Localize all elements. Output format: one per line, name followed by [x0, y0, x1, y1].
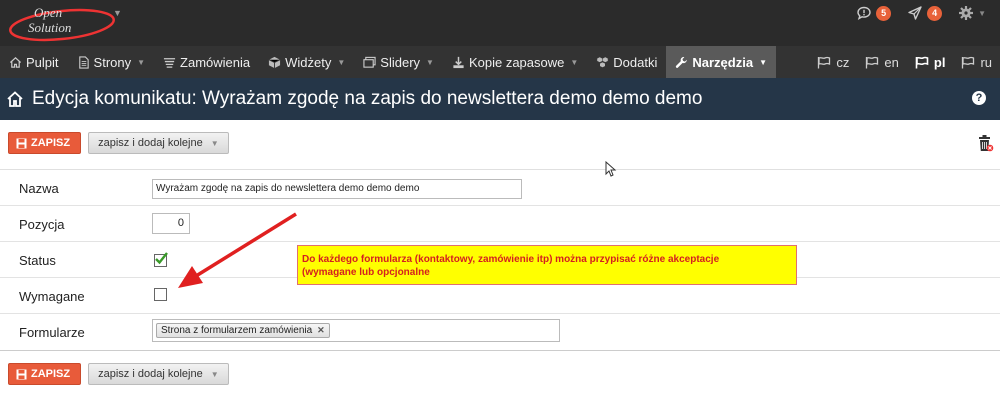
checkmark-icon — [155, 252, 168, 265]
nav-label: Kopie zapasowe — [468, 54, 565, 70]
annotation-line: Do każdego formularza (kontaktowy, zamów… — [302, 254, 720, 265]
toolbar-top: ZAPISZ zapisz i dodaj kolejne ▼ — [0, 121, 1000, 165]
nav-item-widzety[interactable]: Widżety ▼ — [259, 46, 354, 78]
slides-icon — [363, 56, 376, 68]
field-label: Wymagane — [19, 289, 85, 304]
chevron-down-icon: ▼ — [426, 57, 434, 67]
chevron-down-icon: ▼ — [210, 369, 219, 379]
chevron-down-icon: ▼ — [759, 57, 767, 67]
settings-caret-icon[interactable]: ▼ — [978, 9, 986, 18]
lang-label: pl — [933, 54, 946, 70]
field-label: Pozycja — [19, 217, 65, 232]
top-bar: Open Solution ▼ 5 4 ▼ — [0, 0, 1000, 46]
toolbar-bottom: ZAPISZ zapisz i dodaj kolejne ▼ — [0, 352, 1000, 396]
trash-icon[interactable] — [976, 134, 994, 152]
nav-label: Dodatki — [613, 54, 658, 70]
lang-en[interactable]: en — [857, 46, 906, 78]
forms-select[interactable]: Strona z formularzem zamówienia ✕ — [152, 319, 560, 342]
page-header: Edycja komunikatu: Wyrażam zgodę na zapi… — [0, 78, 1000, 120]
save-icon — [16, 369, 27, 379]
lang-pl[interactable]: pl — [907, 46, 954, 78]
svg-text:Solution: Solution — [28, 20, 71, 35]
nav-label: Slidery — [380, 54, 421, 70]
chevron-down-icon: ▼ — [337, 57, 346, 67]
logo[interactable]: Open Solution — [8, 2, 120, 44]
nav-label: Strony — [93, 54, 132, 70]
form-row-position: Pozycja 0 — [0, 206, 1000, 242]
flag-icon — [915, 56, 929, 68]
nav-label: Zamówienia — [180, 54, 251, 70]
nav-label: Pulpit — [26, 54, 59, 70]
notifications-badge: 4 — [927, 5, 943, 21]
chevron-down-icon: ▼ — [570, 57, 579, 67]
home-icon[interactable] — [6, 90, 24, 108]
nav-item-pulpit[interactable]: Pulpit — [0, 46, 68, 78]
field-label: Status — [19, 253, 56, 268]
logo-caret-icon[interactable]: ▼ — [113, 8, 122, 18]
send-icon[interactable] — [907, 5, 923, 21]
messages-icon[interactable] — [856, 5, 872, 21]
nav-item-dodatki[interactable]: Dodatki — [587, 46, 666, 78]
save-and-add-button[interactable]: zapisz i dodaj kolejne ▼ — [88, 132, 229, 154]
flag-icon — [818, 56, 831, 68]
lang-label: en — [884, 54, 899, 70]
save-button[interactable]: ZAPISZ — [8, 132, 82, 154]
page-title: Edycja komunikatu: Wyrażam zgodę na zapi… — [32, 88, 703, 109]
save-button[interactable]: ZAPISZ — [8, 363, 82, 385]
form-row-forms: Formularze Strona z formularzem zamówien… — [0, 314, 1000, 350]
save-label: ZAPISZ — [31, 368, 71, 380]
orders-icon — [163, 57, 176, 68]
lang-ru[interactable]: ru — [953, 46, 1000, 78]
wrench-icon — [676, 56, 688, 68]
position-input[interactable]: 0 — [152, 213, 190, 234]
field-label: Nazwa — [19, 181, 59, 196]
form-tag-label: Strona z formularzem zamówienia — [161, 325, 313, 336]
save-and-add-button[interactable]: zapisz i dodaj kolejne ▼ — [88, 363, 229, 385]
lang-label: ru — [980, 54, 992, 70]
form-row-name: Nazwa Wyrażam zgodę na zapis do newslett… — [0, 170, 1000, 206]
chevron-down-icon: ▼ — [137, 57, 146, 67]
annotation-note: Do każdego formularza (kontaktowy, zamów… — [297, 245, 797, 285]
flag-icon — [866, 56, 879, 68]
cubes-icon — [596, 56, 609, 68]
nav-item-slidery[interactable]: Slidery ▼ — [354, 46, 443, 78]
annotation-line: (wymagane lub opcjonalne — [302, 267, 430, 278]
nav-item-strony[interactable]: Strony ▼ — [68, 46, 155, 78]
form-tag: Strona z formularzem zamówienia ✕ — [156, 323, 330, 338]
gear-icon[interactable] — [958, 5, 974, 21]
status-checkbox[interactable] — [154, 252, 168, 267]
page-icon — [78, 55, 89, 69]
nav-item-zamowienia[interactable]: Zamówienia — [154, 46, 259, 78]
required-checkbox[interactable] — [154, 288, 167, 301]
lang-cz[interactable]: cz — [809, 46, 857, 78]
nav-label: Widżety — [285, 54, 332, 70]
save-label: ZAPISZ — [31, 137, 71, 149]
main-nav: Pulpit Strony ▼ Zamówienia Widżety ▼ Sli… — [0, 46, 1000, 78]
save-and-add-label: zapisz i dodaj kolejne — [98, 137, 203, 149]
save-and-add-label: zapisz i dodaj kolejne — [98, 368, 203, 380]
download-icon — [453, 56, 464, 68]
lang-label: cz — [836, 54, 850, 70]
top-icons: 5 4 ▼ — [856, 4, 986, 22]
name-input[interactable]: Wyrażam zgodę na zapis do newslettera de… — [152, 179, 522, 199]
field-label: Formularze — [19, 325, 85, 340]
mouse-cursor-icon — [605, 161, 617, 177]
cube-icon — [268, 56, 281, 68]
nav-label: Narzędzia — [692, 54, 754, 70]
svg-text:Open: Open — [34, 5, 62, 20]
nav-item-narzedzia[interactable]: Narzędzia ▼ — [666, 46, 776, 78]
chevron-down-icon: ▼ — [210, 138, 219, 148]
save-icon — [16, 138, 27, 148]
remove-tag-icon[interactable]: ✕ — [317, 325, 325, 336]
messages-badge: 5 — [876, 5, 892, 21]
nav-item-kopie-zapasowe[interactable]: Kopie zapasowe ▼ — [443, 46, 587, 78]
home-icon — [9, 56, 22, 68]
help-icon[interactable]: ? — [972, 91, 986, 105]
flag-icon — [962, 56, 975, 68]
